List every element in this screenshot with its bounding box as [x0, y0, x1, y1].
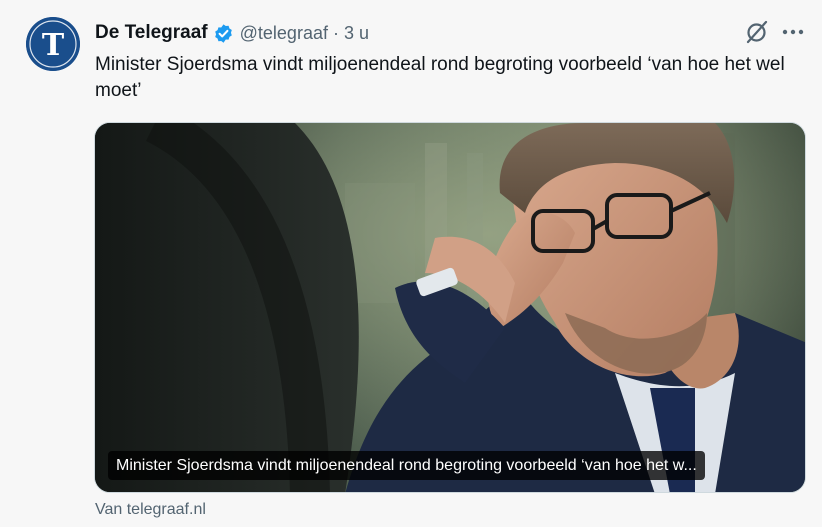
tweet-header: De Telegraaf @telegraaf · 3 u	[95, 20, 369, 46]
timestamp[interactable]: 3 u	[344, 23, 369, 44]
tweet[interactable]: T De Telegraaf @telegraaf · 3 u Minister…	[0, 0, 822, 527]
tweet-text: Minister Sjoerdsma vindt miljoenendeal r…	[95, 54, 785, 101]
link-card[interactable]: Minister Sjoerdsma vindt miljoenendeal r…	[94, 122, 806, 493]
grok-icon[interactable]	[744, 19, 770, 45]
telegraaf-logo-icon: T	[26, 17, 80, 71]
account-handle[interactable]: @telegraaf	[240, 23, 328, 44]
avatar[interactable]: T	[26, 17, 80, 71]
separator-dot: ·	[332, 22, 339, 43]
card-caption: Minister Sjoerdsma vindt miljoenendeal r…	[108, 451, 705, 480]
verified-badge-icon[interactable]	[213, 23, 234, 44]
more-icon[interactable]	[780, 20, 806, 44]
card-source-link[interactable]: Van telegraaf.nl	[95, 501, 206, 519]
svg-text:T: T	[42, 28, 65, 63]
article-photo	[95, 123, 805, 492]
account-name[interactable]: De Telegraaf	[95, 22, 208, 44]
